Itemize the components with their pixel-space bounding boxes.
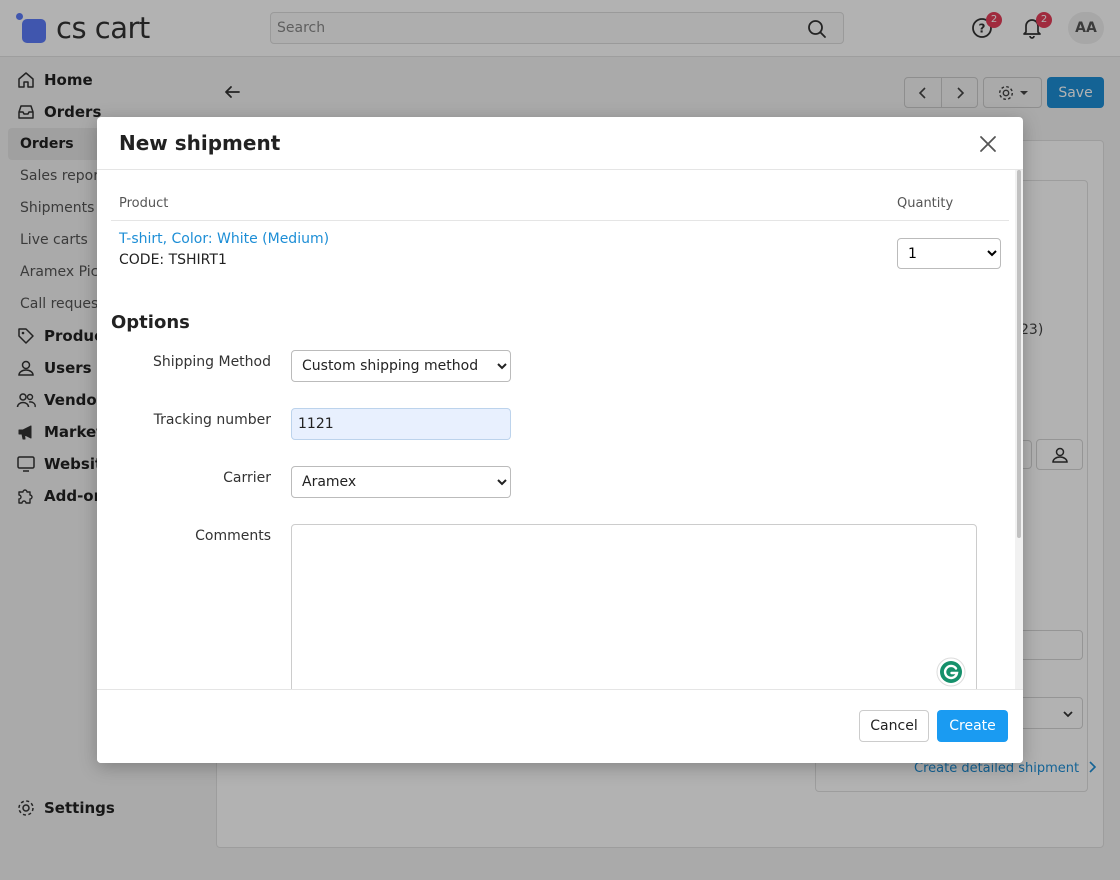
quantity-select[interactable]: 1 bbox=[897, 238, 1001, 269]
cancel-button[interactable]: Cancel bbox=[859, 710, 929, 742]
shipping-method-select[interactable]: Custom shipping method bbox=[291, 350, 511, 382]
carrier-label: Carrier bbox=[223, 470, 271, 486]
tracking-number-input[interactable] bbox=[291, 408, 511, 440]
table-divider bbox=[111, 220, 1009, 221]
comments-textarea[interactable] bbox=[291, 524, 977, 689]
modal-scrollbar[interactable] bbox=[1015, 170, 1023, 689]
create-button[interactable]: Create bbox=[937, 710, 1008, 742]
new-shipment-modal: New shipment Product Quantity T-shirt, C… bbox=[97, 117, 1023, 763]
comments-label: Comments bbox=[195, 528, 271, 544]
modal-footer: Cancel Create bbox=[97, 689, 1023, 763]
modal-title: New shipment bbox=[119, 131, 281, 155]
grammarly-icon[interactable] bbox=[936, 657, 966, 687]
options-heading: Options bbox=[111, 312, 190, 333]
column-header-quantity: Quantity bbox=[897, 196, 954, 211]
close-icon[interactable] bbox=[977, 133, 999, 155]
carrier-select[interactable]: Aramex bbox=[291, 466, 511, 498]
column-header-product: Product bbox=[119, 196, 169, 211]
tracking-number-label: Tracking number bbox=[153, 412, 271, 428]
shipping-method-label: Shipping Method bbox=[152, 354, 271, 370]
product-code: CODE: TSHIRT1 bbox=[119, 252, 227, 268]
product-link[interactable]: T-shirt, Color: White (Medium) bbox=[119, 231, 329, 247]
modal-header: New shipment bbox=[97, 117, 1023, 170]
scrollbar-thumb[interactable] bbox=[1017, 170, 1021, 538]
modal-body: Product Quantity T-shirt, Color: White (… bbox=[97, 170, 1023, 689]
